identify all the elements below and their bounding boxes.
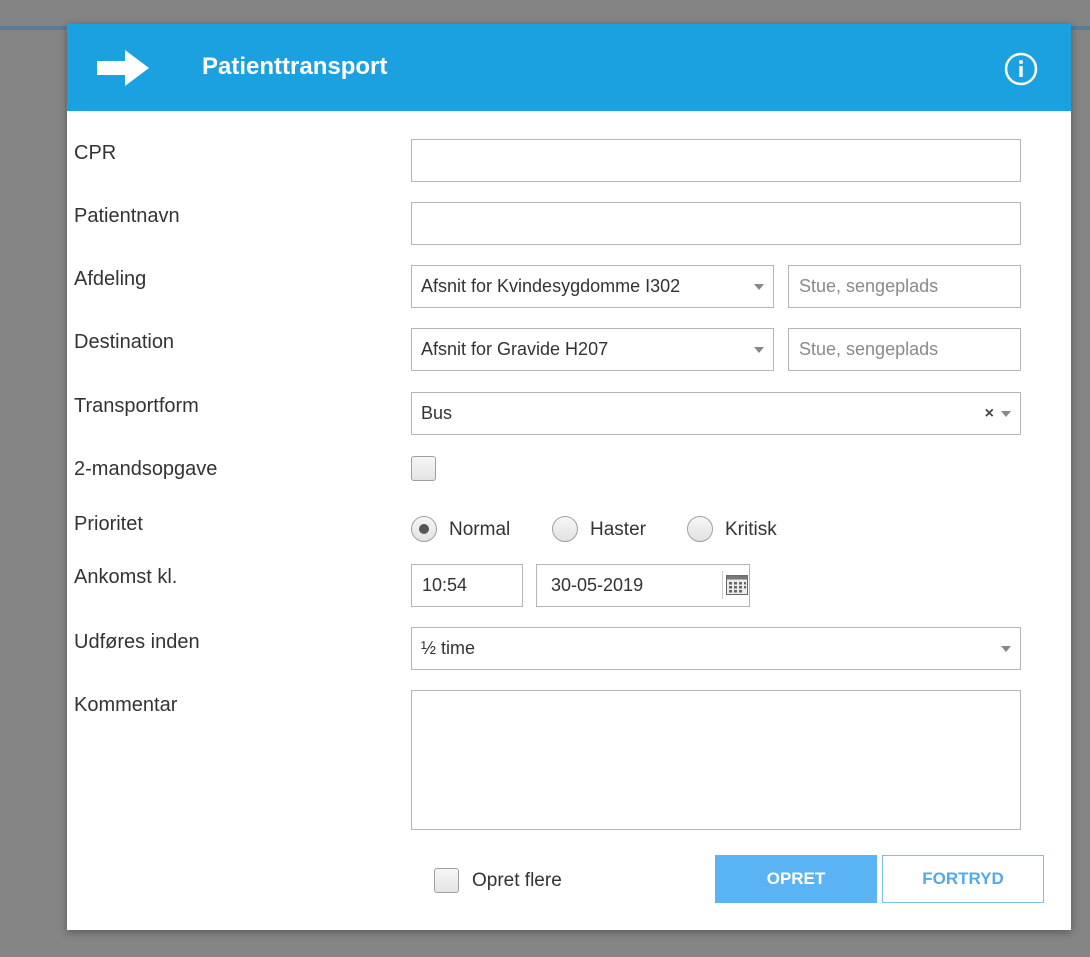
arrival-label: Ankomst kl. (74, 566, 178, 588)
department-select[interactable]: Afsnit for Kvindesygdomme I302 (411, 265, 774, 308)
chevron-down-icon (754, 347, 764, 353)
department-label: Afdeling (74, 268, 147, 290)
execute-within-select[interactable]: ½ time (411, 627, 1021, 670)
department-value: Afsnit for Kvindesygdomme I302 (421, 276, 681, 296)
arrival-date-input[interactable] (536, 564, 750, 607)
comment-textarea[interactable] (411, 690, 1021, 830)
transport-form-label: Transportform (74, 395, 199, 417)
patient-name-label: Patientnavn (74, 205, 180, 227)
priority-haster-label[interactable]: Haster (590, 519, 646, 541)
info-icon[interactable] (1004, 52, 1038, 86)
priority-kritisk-radio[interactable] (687, 516, 713, 542)
execute-within-label: Udføres inden (74, 631, 200, 653)
create-multiple-label[interactable]: Opret flere (472, 870, 562, 892)
comment-label: Kommentar (74, 694, 178, 716)
destination-room-input[interactable] (788, 328, 1021, 371)
patient-name-input[interactable] (411, 202, 1021, 245)
create-multiple-checkbox[interactable] (434, 868, 459, 893)
priority-haster-radio[interactable] (552, 516, 578, 542)
cpr-input[interactable] (411, 139, 1021, 182)
chevron-down-icon (754, 284, 764, 290)
destination-value: Afsnit for Gravide H207 (421, 339, 609, 359)
priority-label: Prioritet (74, 513, 143, 535)
priority-normal-label[interactable]: Normal (449, 519, 510, 541)
cpr-label: CPR (74, 142, 117, 164)
chevron-down-icon (1001, 646, 1011, 652)
arrival-time-input[interactable] (411, 564, 523, 607)
arrow-right-icon (97, 50, 149, 86)
two-person-checkbox[interactable] (411, 456, 436, 481)
patient-transport-dialog: Patienttransport CPR Patientnavn Afdelin… (67, 24, 1071, 930)
transport-form-select[interactable]: Bus × (411, 392, 1021, 435)
destination-select[interactable]: Afsnit for Gravide H207 (411, 328, 774, 371)
calendar-icon[interactable] (726, 575, 748, 595)
destination-label: Destination (74, 331, 175, 353)
department-room-input[interactable] (788, 265, 1021, 308)
priority-kritisk-label[interactable]: Kritisk (725, 519, 777, 541)
priority-normal-radio[interactable] (411, 516, 437, 542)
execute-within-value: ½ time (421, 638, 476, 658)
cancel-button[interactable]: FORTRYD (882, 855, 1044, 903)
transport-form-value: Bus (421, 403, 453, 423)
create-button[interactable]: OPRET (715, 855, 877, 903)
chevron-down-icon (1001, 411, 1011, 417)
date-divider (722, 571, 723, 599)
clear-icon[interactable]: × (985, 393, 994, 434)
dialog-header: Patienttransport (67, 24, 1071, 111)
two-person-label: 2-mandsopgave (74, 458, 218, 480)
dialog-title: Patienttransport (202, 53, 388, 80)
